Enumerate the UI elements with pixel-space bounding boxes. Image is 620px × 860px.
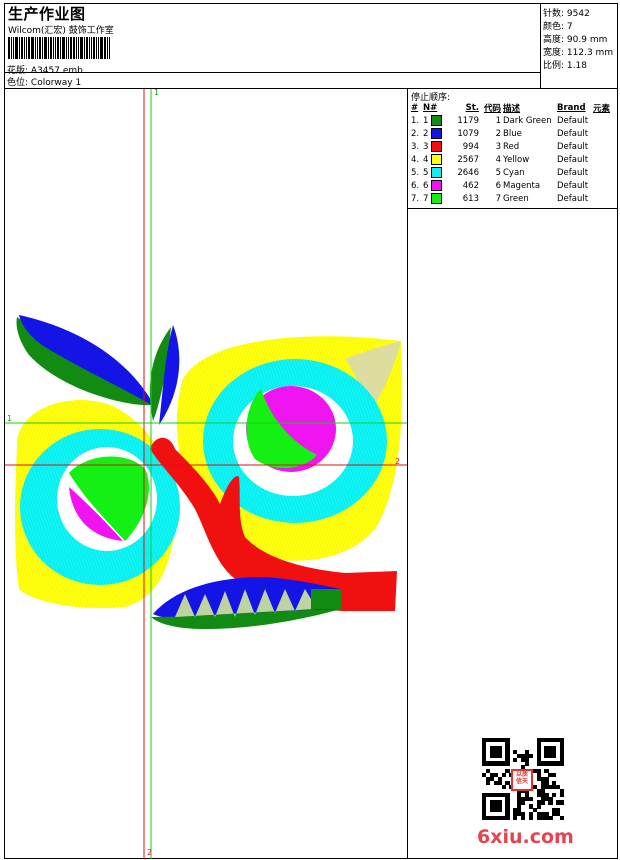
barcode xyxy=(8,37,120,59)
row-seq: 7. xyxy=(411,193,420,204)
color-row: 7. 7 613 7 Green Default xyxy=(410,192,616,205)
color-swatch xyxy=(431,141,443,152)
header-stats-divider xyxy=(540,3,541,88)
row-element xyxy=(592,114,616,127)
row-n: 5 xyxy=(422,166,448,179)
color-row: 1. 1 1179 1 Dark Green Default xyxy=(410,114,616,127)
row-code: 1 xyxy=(495,115,501,126)
row-element xyxy=(592,153,616,166)
color-swatch xyxy=(431,180,443,191)
row-code: 5 xyxy=(495,167,501,178)
row-brand: Default xyxy=(557,154,589,165)
row-code: 7 xyxy=(495,193,501,204)
color-row: 4. 4 2567 4 Yellow Default xyxy=(410,153,616,166)
row-n: 7 xyxy=(422,192,448,205)
row-stitches: 2646 xyxy=(457,167,479,178)
col-st: St. xyxy=(465,103,479,113)
row-description: Green xyxy=(503,193,529,204)
seal-stamp: 以质 信天 xyxy=(511,769,533,791)
col-desc: 描述 xyxy=(503,104,521,114)
color-swatch xyxy=(431,128,443,139)
row-element xyxy=(592,192,616,205)
color-swatch xyxy=(431,115,443,126)
stop-sequence-table: # N# St. 代码 描述 Brand 元素 1. 1 1179 1 Dark Gr… xyxy=(410,102,616,205)
row-brand: Default xyxy=(557,167,589,178)
guide-marker-v1: 1 xyxy=(154,88,160,97)
row-stitches: 613 xyxy=(462,193,479,204)
row-description: Blue xyxy=(503,128,522,139)
side-panel-divider xyxy=(407,88,408,859)
row-seq: 5. xyxy=(411,167,420,178)
watermark-logo: 6xiu.com xyxy=(477,826,574,848)
col-brand: Brand xyxy=(557,103,586,113)
row-description: Magenta xyxy=(503,180,541,191)
col-n: N# xyxy=(423,103,438,113)
row-brand: Default xyxy=(557,180,589,191)
row-seq: 6. xyxy=(411,180,420,191)
guide-marker-h1: 1 xyxy=(7,414,13,423)
header-bottom-line xyxy=(4,72,541,73)
row-n: 6 xyxy=(422,179,448,192)
row-element xyxy=(592,166,616,179)
colorway-value: Colorway 1 xyxy=(30,78,82,88)
row-element xyxy=(592,140,616,153)
guide-marker-h2: 2 xyxy=(395,457,401,466)
row-seq: 3. xyxy=(411,141,420,152)
col-seq: # xyxy=(411,103,419,113)
row-n: 2 xyxy=(422,127,448,140)
page-title: 生产作业图 xyxy=(8,5,86,23)
col-element: 元素 xyxy=(593,104,611,114)
stat-stitches: 针数: 9542 xyxy=(543,9,590,19)
row-code: 4 xyxy=(495,154,501,165)
row-stitches: 994 xyxy=(462,141,479,152)
colorway-info: 色位: Colorway 1 xyxy=(7,75,81,88)
color-swatch xyxy=(431,193,443,204)
guide-marker-v2: 2 xyxy=(147,848,153,857)
stat-width: 宽度: 112.3 mm xyxy=(543,48,614,58)
row-seq: 4. xyxy=(411,154,420,165)
color-row: 3. 3 994 3 Red Default xyxy=(410,140,616,153)
row-seq: 1. xyxy=(411,115,420,126)
colorway-label: 色位: xyxy=(7,78,29,88)
embroidery-preview xyxy=(5,89,407,859)
row-element xyxy=(592,127,616,140)
bottom-leaf-green-band xyxy=(311,589,341,609)
color-row: 5. 5 2646 5 Cyan Default xyxy=(410,166,616,179)
row-brand: Default xyxy=(557,193,589,204)
stat-colors: 颜色: 7 xyxy=(543,22,573,32)
row-description: Red xyxy=(503,141,520,152)
row-n: 3 xyxy=(422,140,448,153)
row-stitches: 1179 xyxy=(457,115,479,126)
row-brand: Default xyxy=(557,128,589,139)
row-description: Dark Green xyxy=(503,115,552,126)
row-code: 6 xyxy=(495,180,501,191)
row-brand: Default xyxy=(557,141,589,152)
row-n: 1 xyxy=(422,114,448,127)
stat-scale: 比例: 1.18 xyxy=(543,61,587,71)
studio-subtitle: Wilcom(汇宏) 鼓饰工作室 xyxy=(8,26,114,36)
color-swatch xyxy=(431,154,443,165)
col-code: 代码 xyxy=(483,104,501,114)
row-code: 2 xyxy=(495,128,501,139)
row-element xyxy=(592,179,616,192)
row-description: Yellow xyxy=(503,154,530,165)
color-row: 2. 2 1079 2 Blue Default xyxy=(410,127,616,140)
row-description: Cyan xyxy=(503,167,525,178)
row-stitches: 1079 xyxy=(457,128,479,139)
row-brand: Default xyxy=(557,115,589,126)
row-seq: 2. xyxy=(411,128,420,139)
row-stitches: 462 xyxy=(462,180,479,191)
row-n: 4 xyxy=(422,153,448,166)
row-stitches: 2567 xyxy=(457,154,479,165)
stat-height: 高度: 90.9 mm xyxy=(543,35,608,45)
table-header-row: # N# St. 代码 描述 Brand 元素 xyxy=(410,102,616,114)
color-row: 6. 6 462 6 Magenta Default xyxy=(410,179,616,192)
table-bottom-line xyxy=(407,208,618,209)
color-swatch xyxy=(431,167,443,178)
row-code: 3 xyxy=(495,141,501,152)
